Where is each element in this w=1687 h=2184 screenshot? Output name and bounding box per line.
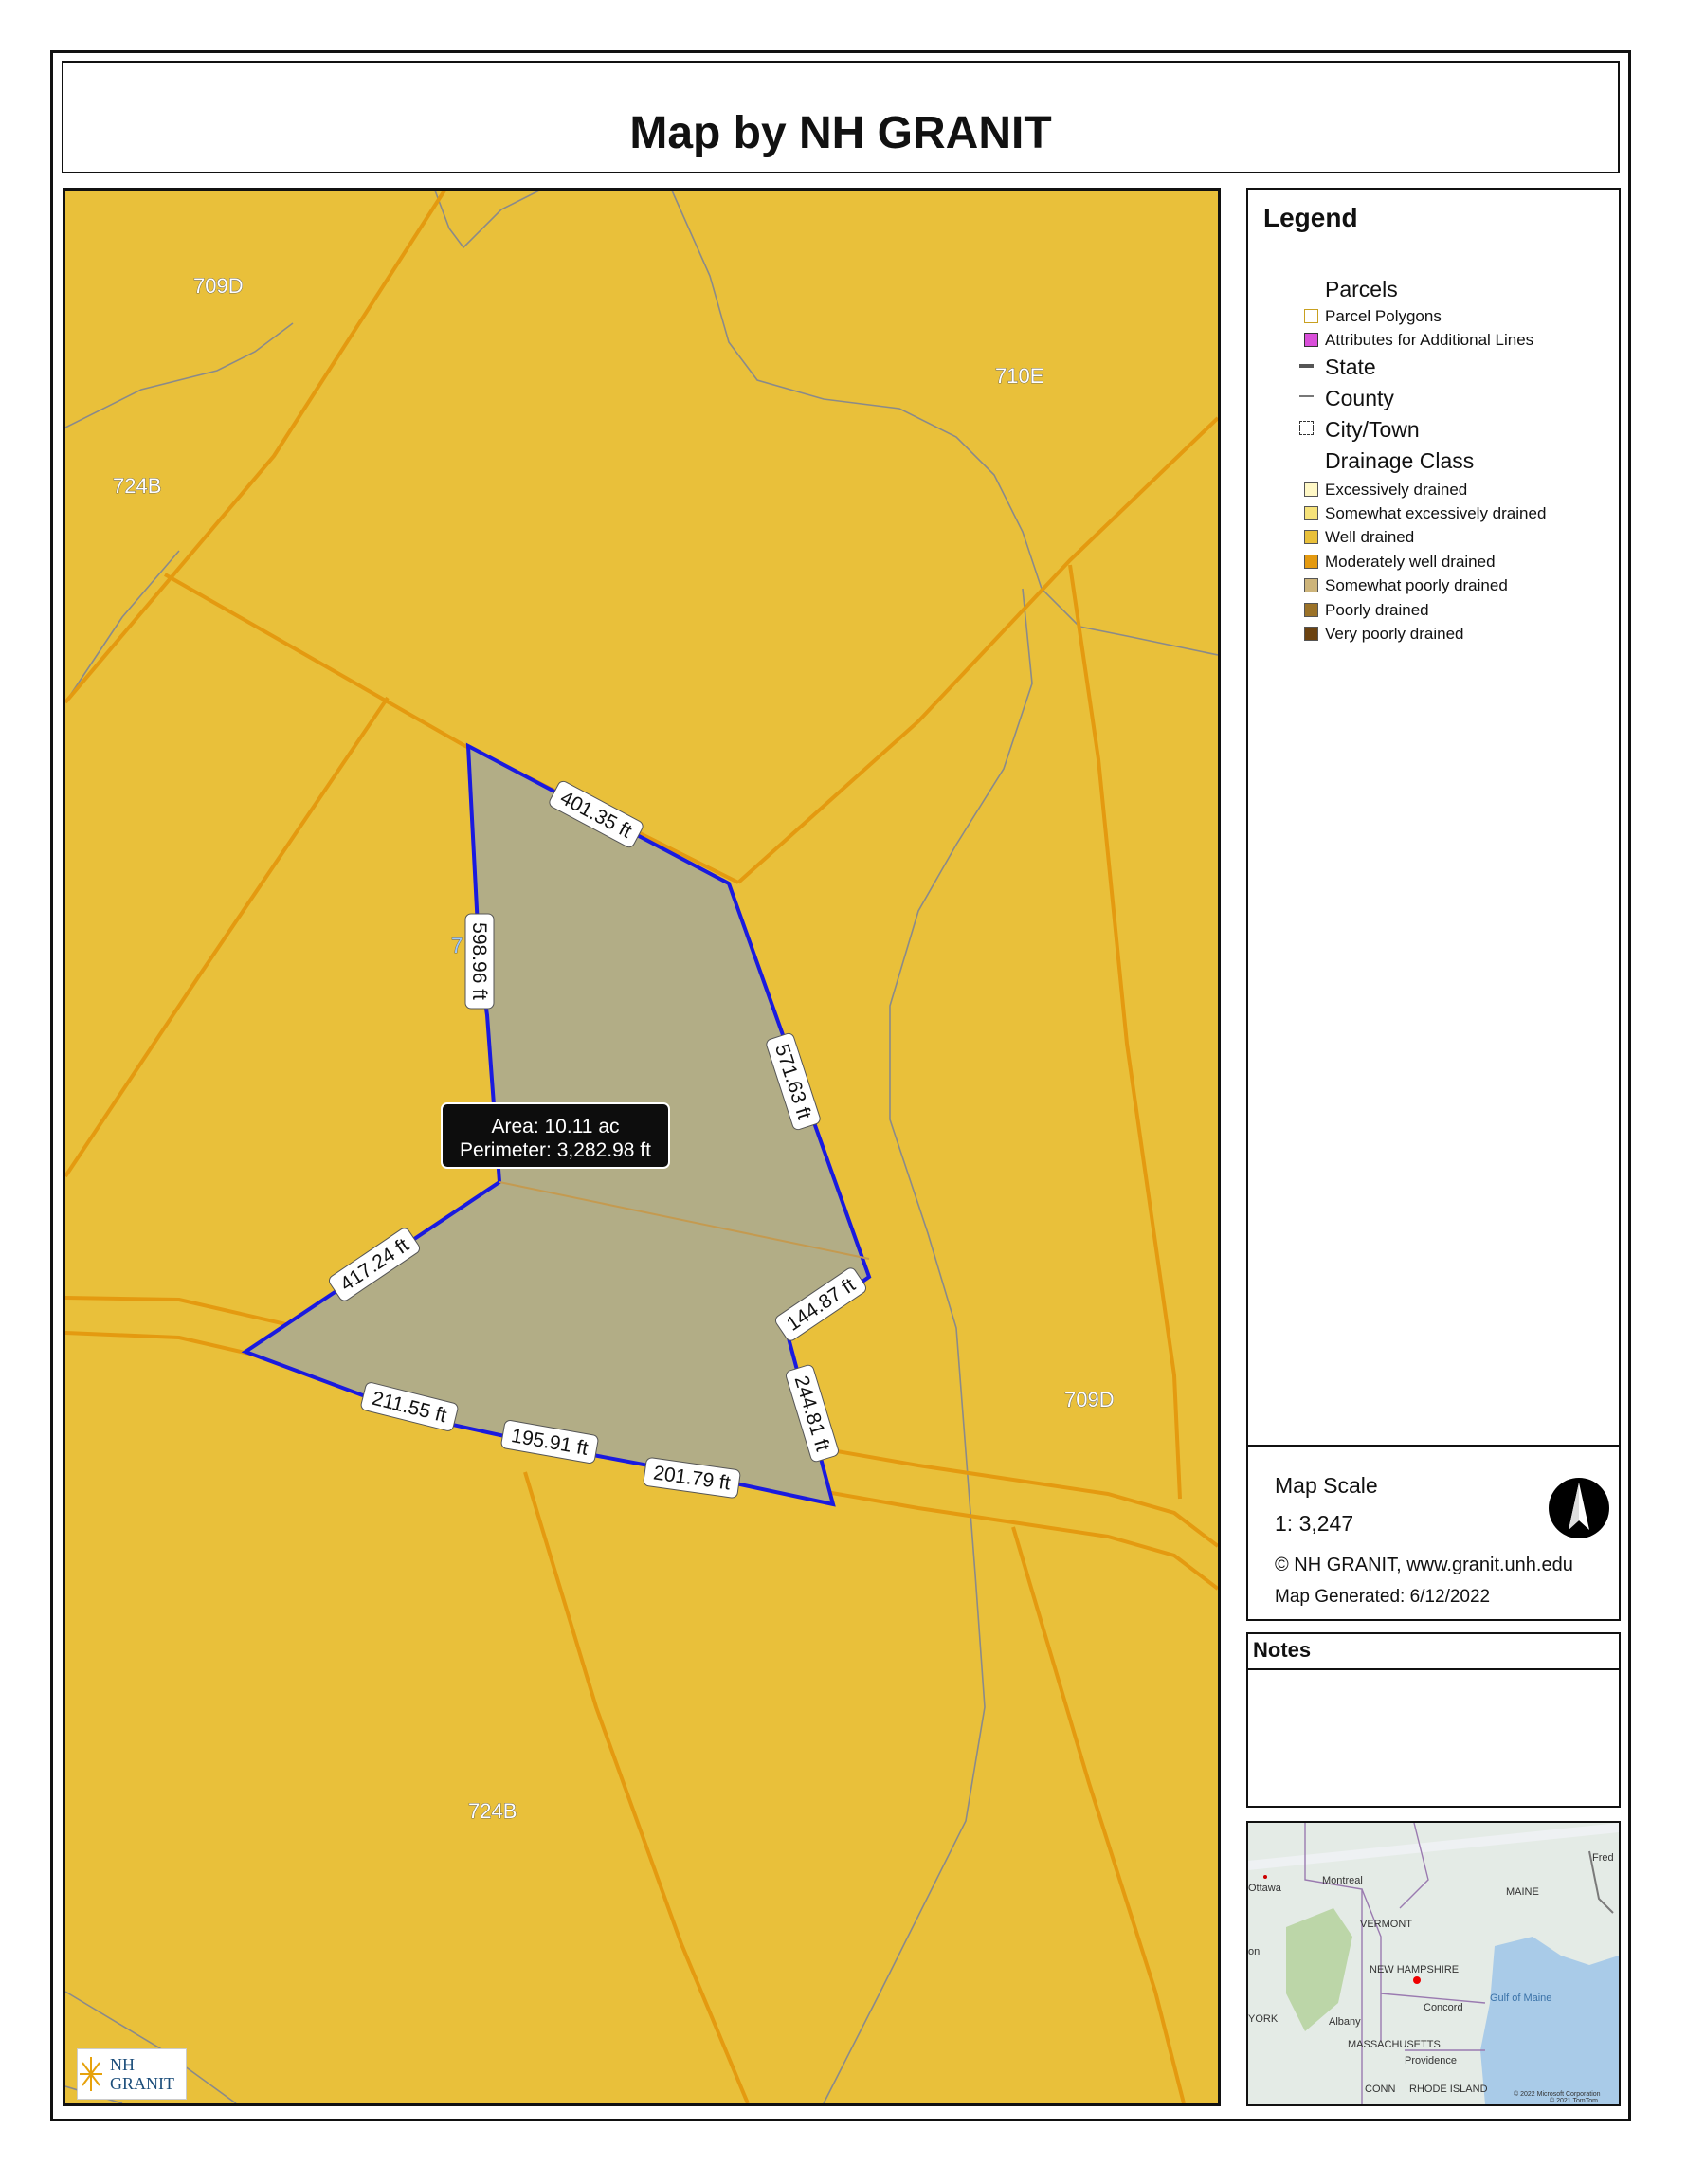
city-town-icon: [1299, 421, 1314, 435]
legend-title: Legend: [1263, 203, 1358, 232]
legend-item: Attributes for Additional Lines: [1304, 331, 1533, 350]
svg-text:MAINE: MAINE: [1506, 1886, 1539, 1898]
state-line-icon: [1299, 364, 1314, 368]
svg-text:CONN: CONN: [1365, 2084, 1395, 2095]
locator-map-canvas: Ottawa Montreal VERMONT MAINE NEW HAMPSH…: [1248, 1823, 1619, 2104]
perimeter-text: Perimeter: 3,282.98 ft: [460, 1139, 651, 1161]
soil-label-710e: 710E: [995, 364, 1043, 388]
county-line-icon: [1299, 395, 1314, 397]
somewhat-excessively-drained-swatch: [1304, 506, 1318, 520]
svg-text:RHODE ISLAND: RHODE ISLAND: [1409, 2084, 1488, 2095]
map-title: Map by NH GRANIT: [629, 108, 1052, 158]
notes-heading: Notes: [1248, 1634, 1619, 1670]
svg-text:VERMONT: VERMONT: [1360, 1919, 1412, 1930]
svg-text:on: on: [1248, 1946, 1260, 1957]
soil-label-709d: 709D: [193, 274, 244, 298]
map-scale-label: Map Scale: [1275, 1473, 1378, 1498]
soil-label-709d-east: 709D: [1064, 1388, 1115, 1411]
legend-item: Parcel Polygons: [1304, 307, 1442, 326]
parcel-polygon-swatch: [1304, 309, 1318, 323]
svg-text:Fred: Fred: [1592, 1852, 1614, 1864]
segment-label: 598.96 ft: [464, 913, 495, 1010]
somewhat-poorly-drained-swatch: [1304, 578, 1318, 592]
svg-text:Montreal: Montreal: [1322, 1875, 1363, 1886]
svg-text:Concord: Concord: [1424, 2002, 1463, 2013]
very-poorly-drained-swatch: [1304, 627, 1318, 641]
legend-panel: Legend Parcels Parcel Polygons Attribute…: [1246, 188, 1621, 1621]
svg-text:Gulf of Maine: Gulf of Maine: [1490, 1993, 1551, 2004]
legend-city-town: City/Town: [1299, 417, 1420, 443]
excessively-drained-swatch: [1304, 482, 1318, 497]
map-scale-value: 1: 3,247: [1275, 1511, 1354, 1536]
legend-item: Poorly drained: [1304, 601, 1429, 620]
notes-panel: Notes: [1246, 1632, 1621, 1808]
legend-item: Moderately well drained: [1304, 553, 1496, 572]
scale-section: Map Scale 1: 3,247 © NH GRANIT, www.gran…: [1248, 1445, 1619, 1623]
svg-text:Ottawa: Ottawa: [1248, 1883, 1282, 1894]
additional-lines-swatch: [1304, 333, 1318, 347]
nh-granit-logo: NH GRANIT: [77, 2048, 187, 2100]
svg-text:NH: NH: [110, 2055, 135, 2074]
map-view[interactable]: 709D 710E 724B 709D 724B 7 B 401.35 ft 5…: [63, 188, 1221, 2106]
area-text: Area: 10.11 ac: [491, 1116, 619, 1138]
legend-item: Excessively drained: [1304, 481, 1467, 500]
svg-text:598.96 ft: 598.96 ft: [468, 922, 490, 1000]
svg-text:Albany: Albany: [1329, 2016, 1361, 2028]
measurement-callout: Area: 10.11 ac Perimeter: 3,282.98 ft: [441, 1102, 670, 1169]
locator-map[interactable]: Ottawa Montreal VERMONT MAINE NEW HAMPSH…: [1246, 1821, 1621, 2106]
north-arrow-icon: [1549, 1478, 1609, 1538]
copyright-text: © NH GRANIT, www.granit.unh.edu: [1275, 1555, 1573, 1575]
soil-label-724b: 724B: [113, 474, 161, 498]
svg-text:YORK: YORK: [1248, 2013, 1279, 2025]
legend-item: Very poorly drained: [1304, 625, 1463, 644]
well-drained-swatch: [1304, 530, 1318, 544]
legend-state: State: [1299, 355, 1376, 380]
legend-drainage-heading: Drainage Class: [1325, 448, 1475, 473]
legend-item: Well drained: [1304, 528, 1414, 547]
svg-text:GRANIT: GRANIT: [110, 2074, 174, 2093]
svg-text:NEW HAMPSHIRE: NEW HAMPSHIRE: [1370, 1964, 1459, 1975]
svg-text:MASSACHUSETTS: MASSACHUSETTS: [1348, 2039, 1441, 2050]
svg-text:© 2021 TomTom: © 2021 TomTom: [1550, 2097, 1598, 2104]
title-box: Map by NH GRANIT: [62, 61, 1620, 173]
soil-label-724b-south: 724B: [468, 1799, 517, 1823]
legend-parcels-heading: Parcels: [1325, 277, 1398, 301]
legend-item: Somewhat poorly drained: [1304, 576, 1508, 595]
map-canvas[interactable]: 709D 710E 724B 709D 724B 7 B 401.35 ft 5…: [65, 191, 1218, 2103]
svg-text:Providence: Providence: [1405, 2055, 1457, 2066]
svg-text:© 2022 Microsoft Corporation: © 2022 Microsoft Corporation: [1514, 2090, 1601, 2098]
moderately-well-drained-swatch: [1304, 555, 1318, 569]
poorly-drained-swatch: [1304, 603, 1318, 617]
legend-item: Somewhat excessively drained: [1304, 504, 1546, 523]
generated-date: Map Generated: 6/12/2022: [1275, 1587, 1491, 1607]
granit-logo-icon: NH GRANIT: [80, 2055, 174, 2093]
legend-county: County: [1299, 386, 1394, 411]
